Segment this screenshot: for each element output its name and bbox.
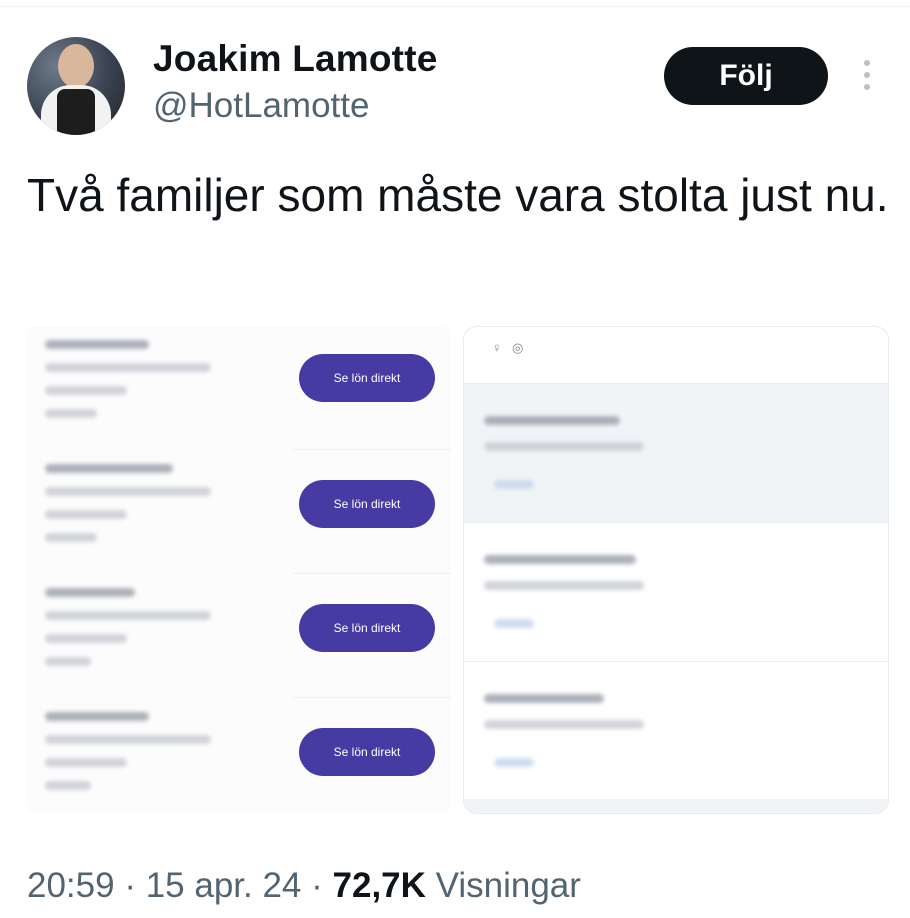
views-label: Visningar bbox=[425, 866, 581, 905]
results-header: ♀ ◎ bbox=[464, 327, 888, 384]
list-item bbox=[464, 384, 888, 523]
list-item bbox=[464, 662, 888, 801]
tweet-date[interactable]: 15 apr. 24 bbox=[146, 866, 302, 905]
salary-list-screenshot: Se lön direkt Se lön direkt Se lön direk… bbox=[27, 326, 451, 812]
tweet-meta: 20:59 · 15 apr. 24 · 72,7K Visningar bbox=[27, 866, 581, 906]
see-salary-button[interactable]: Se lön direkt bbox=[299, 728, 435, 776]
see-salary-button[interactable]: Se lön direkt bbox=[299, 604, 435, 652]
list-footer bbox=[464, 799, 888, 813]
top-divider bbox=[0, 6, 910, 7]
list-item: Se lön direkt bbox=[27, 450, 451, 574]
list-item bbox=[464, 523, 888, 662]
search-results-screenshot: ♀ ◎ bbox=[463, 326, 889, 814]
tweet-media[interactable]: Se lön direkt Se lön direkt Se lön direk… bbox=[27, 326, 889, 814]
tweet-time[interactable]: 20:59 bbox=[27, 866, 115, 905]
list-item: Se lön direkt bbox=[27, 574, 451, 698]
more-vertical-icon[interactable] bbox=[858, 60, 876, 96]
tweet-text: Två familjer som måste vara stolta just … bbox=[27, 169, 889, 221]
female-icon: ♀ bbox=[492, 340, 502, 355]
meta-separator: · bbox=[301, 866, 333, 905]
see-salary-button[interactable]: Se lön direkt bbox=[299, 354, 435, 402]
avatar[interactable] bbox=[27, 37, 125, 135]
meta-separator: · bbox=[114, 866, 146, 905]
list-item: Se lön direkt bbox=[27, 698, 451, 822]
user-handle[interactable]: @HotLamotte bbox=[153, 86, 369, 126]
see-salary-button[interactable]: Se lön direkt bbox=[299, 480, 435, 528]
avatar-head bbox=[58, 44, 94, 88]
display-name[interactable]: Joakim Lamotte bbox=[153, 38, 438, 80]
views-count[interactable]: 72,7K bbox=[333, 866, 426, 905]
ring-icon: ◎ bbox=[512, 340, 524, 355]
avatar-vest bbox=[57, 89, 95, 135]
list-item: Se lön direkt bbox=[27, 326, 451, 450]
follow-button[interactable]: Följ bbox=[664, 47, 828, 105]
